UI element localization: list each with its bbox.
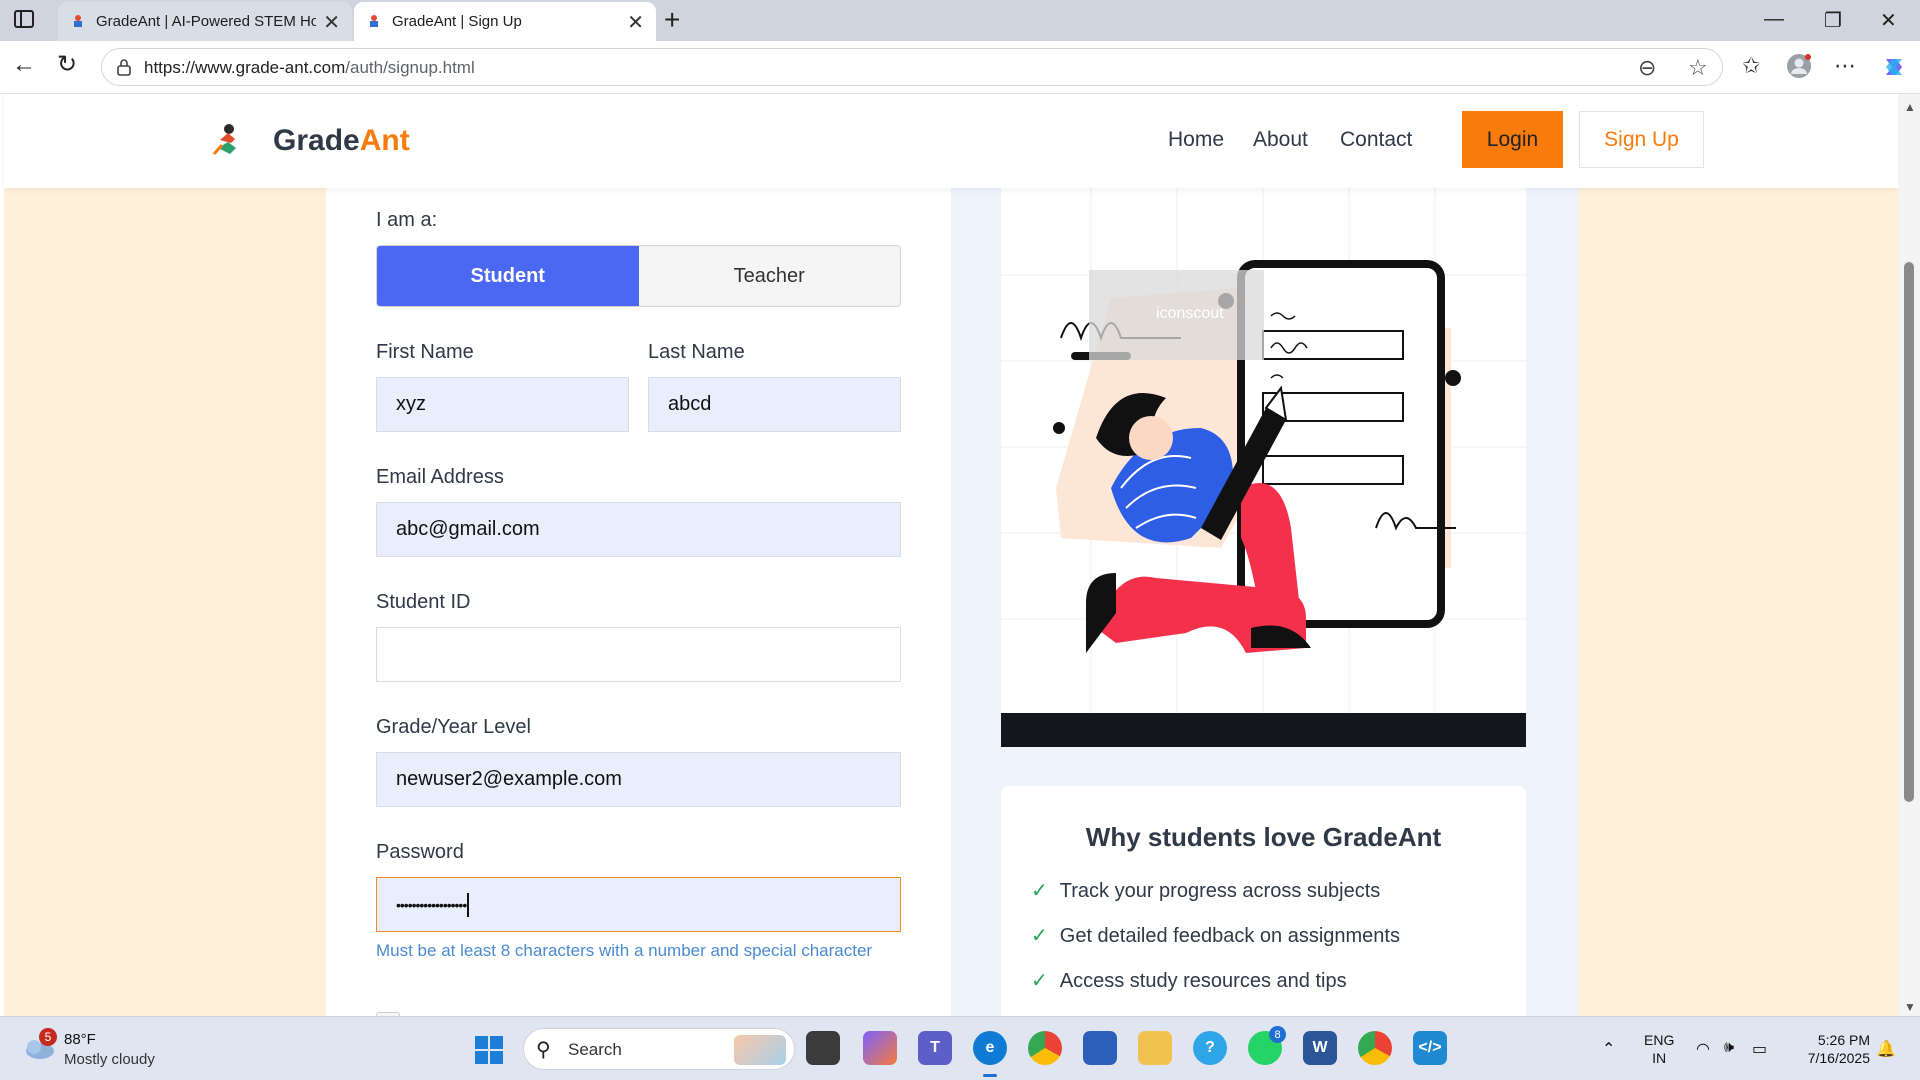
show-hidden-icons-icon[interactable]: ⌃ — [1602, 1039, 1615, 1059]
tab-title: GradeAnt | AI-Powered STEM Hor — [96, 13, 316, 30]
page-viewport: GradeAnt Home About Contact Login Sign U… — [0, 94, 1898, 1016]
back-arrow-icon[interactable]: ← — [12, 53, 36, 77]
taskbar-search[interactable]: ⚲ Search — [523, 1028, 795, 1070]
input-language[interactable]: ENG IN — [1644, 1031, 1674, 1067]
whatsapp-badge: 8 — [1269, 1026, 1286, 1043]
grade-input[interactable]: newuser2@example.com — [376, 752, 901, 807]
student-id-input[interactable] — [376, 627, 901, 682]
tab-actions-icon[interactable] — [14, 10, 34, 28]
why-item: ✓ Get detailed feedback on assignments — [1031, 925, 1400, 947]
email-input[interactable]: abc@gmail.com — [376, 502, 901, 557]
weather-alert-badge: 5 — [39, 1028, 57, 1046]
weather-temperature[interactable]: 88°F — [64, 1031, 96, 1048]
task-view-icon[interactable] — [806, 1031, 840, 1065]
chrome-profile-icon[interactable] — [1358, 1031, 1392, 1065]
role-student-option[interactable]: Student — [377, 246, 639, 306]
weather-description[interactable]: Mostly cloudy — [64, 1051, 155, 1068]
new-tab-icon[interactable]: + — [664, 6, 680, 34]
refresh-icon[interactable]: ↻ — [57, 53, 77, 77]
gradeant-logo-icon[interactable] — [208, 120, 246, 158]
page-scrollbar[interactable]: ▲ ▼ — [1898, 94, 1920, 1016]
tab-home[interactable]: GradeAnt | AI-Powered STEM Hor ✕ — [58, 2, 352, 41]
role-teacher-option[interactable]: Teacher — [638, 246, 900, 306]
check-icon: ✓ — [1031, 925, 1048, 947]
windows-start-icon[interactable] — [474, 1035, 504, 1065]
search-icon: ⚲ — [536, 1039, 551, 1061]
favorite-star-icon[interactable]: ☆ — [1688, 55, 1708, 81]
signup-illustration: iconscout — [1001, 188, 1526, 741]
first-name-label: First Name — [376, 341, 474, 363]
password-hint: Must be at least 8 characters with a num… — [376, 941, 873, 960]
watermark-text: iconscout — [1156, 305, 1224, 322]
illustration-svg: iconscout — [1001, 188, 1526, 741]
address-toolbar: ← ↻ https://www.grade-ant.com/auth/signu… — [0, 41, 1920, 94]
url-text: https://www.grade-ant.com/auth/signup.ht… — [144, 58, 475, 77]
nav-contact-link[interactable]: Contact — [1340, 128, 1412, 152]
why-title: Why students love GradeAnt — [1085, 822, 1442, 852]
copilot-app-icon[interactable] — [863, 1031, 897, 1065]
first-name-input[interactable]: xyz — [376, 377, 629, 432]
volume-icon[interactable]: 🕪 — [1724, 1039, 1734, 1057]
site-header: GradeAnt Home About Contact Login Sign U… — [4, 94, 1898, 188]
tab-title: GradeAnt | Sign Up — [392, 13, 522, 30]
check-icon: ✓ — [1031, 880, 1048, 902]
help-app-icon[interactable]: ? — [1193, 1031, 1227, 1065]
battery-icon[interactable]: ▭ — [1752, 1039, 1767, 1059]
store-icon[interactable] — [1083, 1031, 1117, 1065]
password-dots: •••••••••••••••••• — [396, 896, 467, 913]
email-label: Email Address — [376, 466, 504, 488]
file-explorer-icon[interactable] — [1138, 1031, 1172, 1065]
browser-tab-bar: GradeAnt | AI-Powered STEM Hor ✕ GradeAn… — [0, 0, 1920, 41]
last-name-label: Last Name — [648, 341, 745, 363]
why-item: ✓ Access study resources and tips — [1031, 970, 1347, 992]
favorites-icon[interactable]: ✩ — [1742, 53, 1760, 79]
word-icon[interactable]: W — [1303, 1031, 1337, 1065]
close-tab-icon[interactable]: ✕ — [627, 10, 644, 35]
vscode-icon[interactable]: </> — [1413, 1031, 1447, 1065]
scroll-up-icon[interactable]: ▲ — [1904, 100, 1916, 114]
signup-button[interactable]: Sign Up — [1579, 111, 1704, 168]
password-label: Password — [376, 841, 464, 863]
edge-icon[interactable]: e — [973, 1031, 1007, 1065]
grade-label: Grade/Year Level — [376, 716, 531, 738]
why-item: ✓ Track your progress across subjects — [1031, 880, 1381, 902]
role-toggle: Student Teacher — [376, 245, 901, 307]
minimize-icon[interactable]: — — [1764, 8, 1784, 31]
nav-home-link[interactable]: Home — [1168, 128, 1224, 152]
more-menu-icon[interactable]: ⋯ — [1834, 53, 1856, 79]
copilot-icon[interactable] — [1880, 53, 1908, 81]
windows-taskbar: 5 88°F Mostly cloudy ⚲ Search T e ? 8 W … — [0, 1016, 1920, 1080]
chrome-icon[interactable] — [1028, 1031, 1062, 1065]
gradeant-favicon-icon — [74, 15, 82, 27]
login-button[interactable]: Login — [1462, 111, 1563, 168]
tab-signup[interactable]: GradeAnt | Sign Up ✕ — [354, 2, 656, 41]
illustration-bottom-bar — [1001, 713, 1526, 747]
last-name-input[interactable]: abcd — [648, 377, 901, 432]
profile-avatar-icon[interactable] — [1786, 53, 1812, 79]
text-caret — [467, 892, 470, 917]
url-bar[interactable]: https://www.grade-ant.com/auth/signup.ht… — [101, 48, 1723, 86]
restore-icon[interactable]: ❐ — [1824, 8, 1842, 33]
scroll-thumb[interactable] — [1904, 262, 1914, 802]
system-clock[interactable]: 5:26 PM 7/16/2025 — [1790, 1031, 1870, 1067]
close-tab-icon[interactable]: ✕ — [323, 10, 340, 35]
teams-icon[interactable]: T — [918, 1031, 952, 1065]
notifications-icon[interactable]: 🔔 — [1876, 1039, 1896, 1059]
close-window-icon[interactable]: ✕ — [1880, 8, 1897, 33]
nav-about-link[interactable]: About — [1253, 128, 1308, 152]
password-input[interactable]: •••••••••••••••••• — [376, 877, 901, 932]
site-info-icon[interactable] — [116, 58, 132, 76]
wifi-icon[interactable]: ◠ — [1696, 1039, 1710, 1059]
search-highlight-image — [734, 1035, 786, 1065]
student-id-label: Student ID — [376, 591, 471, 613]
check-icon: ✓ — [1031, 970, 1048, 992]
scroll-down-icon[interactable]: ▼ — [1904, 1000, 1916, 1014]
brand-logo-text[interactable]: GradeAnt — [273, 124, 410, 158]
taskbar-search-placeholder: Search — [568, 1040, 622, 1059]
why-students-card: Why students love GradeAnt ✓ Track your p… — [1001, 786, 1526, 1016]
reader-more-icon[interactable]: ⊖ — [1638, 55, 1656, 81]
edge-active-indicator — [983, 1074, 997, 1077]
role-label: I am a: — [376, 209, 438, 231]
gradeant-favicon-icon — [370, 15, 378, 27]
